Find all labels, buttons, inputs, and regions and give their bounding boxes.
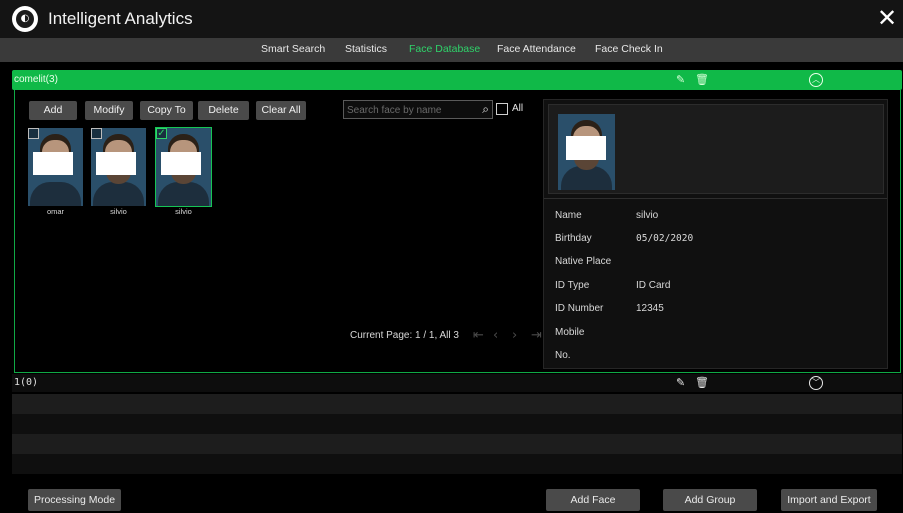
face-checkbox[interactable]	[91, 128, 102, 139]
face-photo	[155, 127, 212, 207]
face-checkbox-checked[interactable]: ✓	[156, 128, 167, 139]
field-label-id-number: ID Number	[555, 303, 604, 314]
group-title: 1(0)	[14, 377, 39, 388]
pager-status: Current Page: 1 / 1, All 3	[350, 330, 459, 341]
select-all-checkbox[interactable]	[496, 103, 508, 115]
empty-row	[12, 394, 902, 414]
close-icon[interactable]: ✕	[875, 6, 899, 30]
face-card-selected[interactable]: ✓	[155, 127, 212, 207]
first-page-icon[interactable]: ⇤	[473, 328, 484, 343]
clear-all-button[interactable]: Clear All	[256, 101, 306, 120]
last-page-icon[interactable]: ⇥	[531, 328, 542, 343]
tab-face-database[interactable]: Face Database	[409, 43, 480, 55]
tab-smart-search[interactable]: Smart Search	[261, 43, 325, 55]
face-checkbox[interactable]	[28, 128, 39, 139]
empty-row	[12, 454, 902, 474]
edit-icon[interactable]: ✎	[676, 376, 685, 389]
empty-row	[12, 414, 902, 434]
search-input[interactable]	[347, 103, 467, 117]
add-button[interactable]: Add	[29, 101, 77, 120]
search-box: ⌕	[343, 100, 493, 119]
group-panel: Add Modify Copy To Delete Clear All omar…	[14, 90, 901, 373]
field-value-name: silvio	[636, 210, 659, 221]
privacy-mask	[96, 152, 136, 175]
delete-button[interactable]: Delete	[198, 101, 249, 120]
add-group-button[interactable]: Add Group	[663, 489, 757, 511]
field-label-native-place: Native Place	[555, 256, 612, 267]
field-label-id-type: ID Type	[555, 280, 590, 291]
tab-face-check-in[interactable]: Face Check In	[595, 43, 663, 55]
next-page-icon[interactable]: ›	[512, 328, 517, 343]
app-title: Intelligent Analytics	[48, 9, 193, 28]
processing-mode-button[interactable]: Processing Mode	[28, 489, 121, 511]
edit-icon[interactable]: ✎	[676, 73, 685, 86]
group-header-1[interactable]: 1(0) ✎ 🗑 ﹀	[12, 374, 902, 392]
globe-logo-icon: ◐	[12, 6, 38, 32]
privacy-mask	[33, 152, 73, 175]
tab-face-attendance[interactable]: Face Attendance	[497, 43, 576, 55]
field-label-no: No.	[555, 350, 571, 361]
delete-icon[interactable]: 🗑	[695, 73, 709, 86]
face-card[interactable]	[91, 128, 146, 206]
face-name: omar	[46, 207, 65, 216]
import-export-button[interactable]: Import and Export	[781, 489, 877, 511]
add-face-button[interactable]: Add Face	[546, 489, 640, 511]
delete-icon[interactable]: 🗑	[695, 376, 709, 389]
copy-to-button[interactable]: Copy To	[140, 101, 193, 120]
detail-face-photo	[558, 114, 615, 190]
field-label-birthday: Birthday	[555, 233, 592, 244]
tab-statistics[interactable]: Statistics	[345, 43, 387, 55]
face-detail-panel: Name silvio Birthday 05/02/2020 Native P…	[543, 99, 888, 369]
group-title: comelit(3)	[14, 74, 58, 85]
top-nav: Smart Search Statistics Face Database Fa…	[0, 38, 903, 62]
face-name: silvio	[175, 207, 192, 216]
detail-photo-area	[548, 104, 884, 194]
expand-icon[interactable]: ﹀	[809, 376, 823, 390]
field-label-name: Name	[555, 210, 582, 221]
privacy-mask	[566, 136, 606, 160]
search-icon[interactable]: ⌕	[482, 102, 489, 117]
field-value-id-type: ID Card	[636, 280, 671, 291]
empty-row	[12, 434, 902, 454]
divider	[544, 198, 887, 199]
title-bar: ◐ Intelligent Analytics ✕	[0, 0, 903, 38]
face-name: silvio	[110, 207, 127, 216]
group-header-comelit[interactable]: comelit(3) ✎ 🗑 ︿	[12, 70, 902, 90]
field-value-birthday: 05/02/2020	[636, 233, 694, 244]
collapse-icon[interactable]: ︿	[809, 73, 823, 87]
face-card[interactable]	[28, 128, 83, 206]
prev-page-icon[interactable]: ‹	[493, 328, 498, 343]
face-photo	[91, 128, 146, 206]
modify-button[interactable]: Modify	[85, 101, 133, 120]
field-value-id-number: 12345	[636, 303, 664, 314]
face-photo	[28, 128, 83, 206]
privacy-mask	[161, 152, 201, 175]
select-all-label: All	[512, 103, 524, 114]
field-label-mobile: Mobile	[555, 327, 585, 338]
